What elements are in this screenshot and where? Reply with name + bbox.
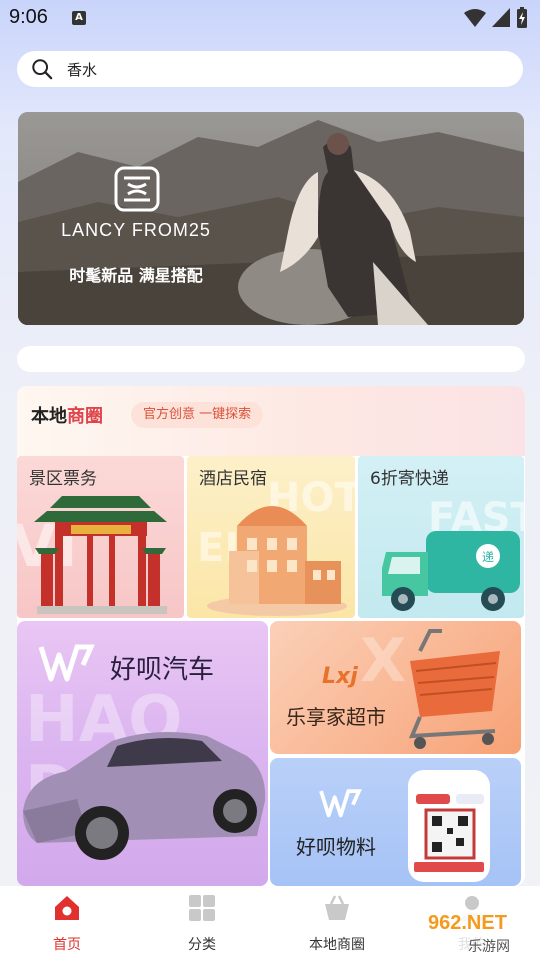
search-icon	[32, 59, 53, 80]
haobei-small-logo-icon	[319, 789, 362, 818]
cart-icon: X	[360, 626, 500, 749]
a-icon: A	[72, 11, 86, 25]
home-icon	[55, 896, 79, 920]
basket-icon	[325, 895, 349, 920]
svg-text:递: 递	[482, 550, 494, 564]
local-section-subtitle[interactable]: 官方创意 一键探索	[131, 402, 264, 428]
notice-bar	[17, 346, 525, 372]
status-icons	[464, 7, 528, 29]
tile-hotel[interactable]: HOT EL 酒店民宿	[187, 456, 355, 618]
local-section-title: 本地商圈	[31, 402, 103, 428]
svg-text:X: X	[360, 626, 406, 696]
nav-category-label: 分类	[188, 937, 216, 953]
battery-icon	[517, 7, 527, 28]
haobei-logo-icon	[38, 644, 95, 682]
title-accent: 商圈	[67, 406, 103, 427]
category-icon	[189, 895, 215, 921]
promo-banner[interactable]: LANCY FROM25 时髦新品 满星搭配	[18, 112, 524, 325]
banner-slogan: 时髦新品 满星搭配	[69, 266, 203, 285]
tile-car[interactable]: HAO BEI 好呗汽车	[17, 621, 268, 886]
search-input[interactable]: 香水	[67, 59, 97, 80]
tile-express[interactable]: FAST 递 6折寄快递	[358, 456, 524, 618]
tile-car-title: 好呗汽车	[110, 655, 215, 685]
tile-scenic-tickets[interactable]: VI 景区票务	[17, 456, 184, 618]
banner-brand: LANCY FROM25	[61, 220, 211, 240]
search-bar[interactable]: 香水	[17, 51, 523, 87]
nav-home[interactable]: 首页	[12, 894, 122, 954]
tile-supermarket-title: 乐享家超市	[286, 705, 386, 729]
watermark-sub: 乐游网	[468, 939, 510, 955]
title-prefix: 本地	[31, 406, 67, 427]
nav-home-label: 首页	[53, 937, 81, 953]
tile-materials[interactable]: 好呗物料	[270, 758, 521, 886]
status-time: 9:06	[9, 6, 48, 28]
lxj-logo-icon: Lxj	[322, 664, 358, 689]
signal-icon	[492, 8, 510, 27]
nav-local[interactable]: 本地商圈	[282, 894, 392, 954]
tile-express-label: 6折寄快递	[370, 469, 449, 489]
nav-category[interactable]: 分类	[147, 894, 257, 954]
lancy-logo-icon	[114, 166, 160, 212]
nav-local-label: 本地商圈	[309, 937, 365, 953]
status-bar: 9:06 A	[0, 0, 540, 36]
watermark-text: 962.NET	[428, 912, 507, 934]
tile-scenic-tickets-label: 景区票务	[29, 469, 97, 489]
tile-materials-title: 好呗物料	[296, 835, 376, 859]
local-section-header: 本地商圈 官方创意 一键探索	[17, 386, 525, 456]
tile-supermarket[interactable]: X Lxj 乐享家超市	[270, 621, 521, 754]
tile-hotel-label: 酒店民宿	[199, 469, 267, 489]
kiosk-illustration	[408, 770, 490, 882]
wifi-icon	[464, 9, 486, 27]
svg-text:Lxj: Lxj	[322, 664, 358, 689]
banner-scene-image	[18, 112, 524, 325]
